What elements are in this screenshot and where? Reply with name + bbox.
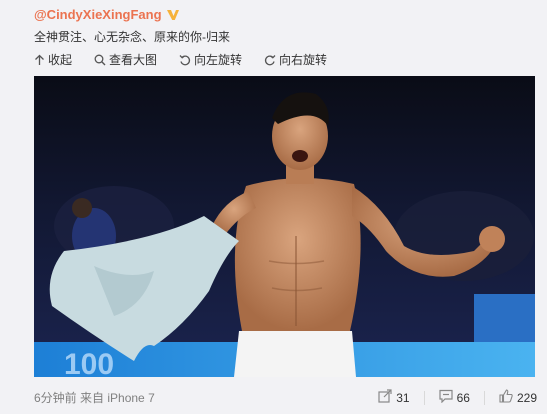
repost-button[interactable]: 31 [378,389,410,406]
like-count: 229 [516,390,537,405]
rotate-right-icon [264,54,276,66]
athlete-celebration-image: 100 [34,76,535,377]
author-name[interactable]: @CindyXieXingFang [34,7,162,22]
rotate-left-icon [179,54,191,66]
weibo-post-card: @CindyXieXingFang 全神贯注、心无杂念、原来的你-归来 收起 查… [0,0,547,414]
comment-button[interactable]: 66 [439,389,470,406]
post-footer: 6分钟前 来自 iPhone 7 31 66 229 [34,389,537,406]
divider [483,390,485,405]
collapse-button[interactable]: 收起 [34,51,72,68]
view-large-button[interactable]: 查看大图 [94,51,157,68]
post-source: 来自 iPhone 7 [80,391,155,405]
arrow-up-icon [34,54,45,66]
post-photo[interactable]: 100 [34,76,535,377]
author-line: @CindyXieXingFang [34,7,180,22]
post-time[interactable]: 6分钟前 [34,391,77,405]
thumbs-up-icon [499,389,513,406]
comment-count: 66 [456,390,470,405]
rotate-left-button[interactable]: 向左旋转 [179,51,242,68]
repost-count: 31 [396,390,410,405]
image-toolbar: 收起 查看大图 向左旋转 向右旋转 [34,51,349,68]
rotate-right-label: 向右旋转 [279,53,328,67]
view-large-label: 查看大图 [109,53,158,67]
like-button[interactable]: 229 [499,389,537,406]
rotate-right-button[interactable]: 向右旋转 [264,51,327,68]
share-icon [378,389,392,406]
divider [423,390,425,405]
comment-icon [439,389,453,406]
magnifier-icon [94,54,106,66]
collapse-label: 收起 [48,53,73,67]
post-text: 全神贯注、心无杂念、原来的你-归来 [34,30,230,44]
rotate-left-label: 向左旋转 [194,53,243,67]
post-meta: 6分钟前 来自 iPhone 7 [34,389,364,406]
verified-v-icon [166,8,180,22]
svg-text:100: 100 [64,348,114,377]
